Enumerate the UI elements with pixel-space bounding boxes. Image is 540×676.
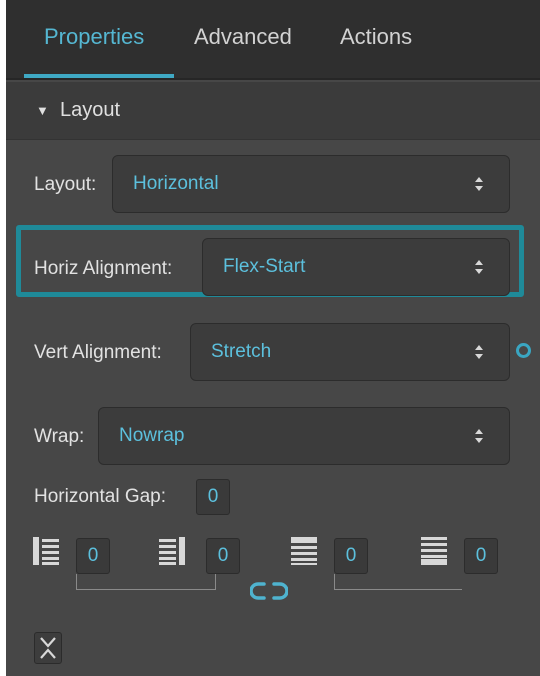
layout-label: Layout: — [34, 174, 97, 195]
wrap-label: Wrap: — [34, 426, 85, 447]
updown-chevron-icon — [475, 177, 483, 191]
horiz-alignment-value: Flex-Start — [223, 256, 306, 277]
updown-chevron-icon — [475, 260, 483, 274]
padding-top-icon — [291, 537, 317, 565]
horizontal-gap-label: Horizontal Gap: — [34, 486, 167, 507]
tab-actions[interactable]: Actions — [340, 24, 412, 50]
triangle-down-icon: ▼ — [36, 103, 49, 118]
tab-advanced[interactable]: Advanced — [194, 24, 292, 50]
binding-indicator-icon[interactable] — [516, 343, 531, 358]
vert-alignment-label: Vert Alignment: — [34, 342, 162, 363]
link-bracket-left — [76, 574, 216, 590]
horiz-alignment-select[interactable]: Flex-Start — [202, 238, 510, 296]
link-bracket-right — [334, 574, 462, 590]
collapse-arrows-icon — [40, 637, 56, 659]
vert-alignment-value: Stretch — [211, 341, 272, 362]
layout-select[interactable]: Horizontal — [112, 155, 510, 213]
properties-panel: Properties Advanced Actions ▼ Layout Lay… — [6, 0, 540, 676]
padding-bottom-icon — [421, 537, 447, 565]
active-tab-indicator — [24, 74, 174, 78]
wrap-select[interactable]: Nowrap — [98, 407, 510, 465]
layout-value: Horizontal — [133, 173, 219, 194]
padding-right-icon — [159, 537, 185, 565]
padding-left-input[interactable]: 0 — [76, 538, 110, 574]
section-title: Layout — [60, 99, 121, 121]
tab-bar: Properties Advanced Actions — [6, 0, 540, 80]
padding-right-input[interactable]: 0 — [206, 538, 240, 574]
tab-properties[interactable]: Properties — [44, 24, 144, 50]
horizontal-gap-input[interactable]: 0 — [196, 479, 230, 515]
updown-chevron-icon — [475, 429, 483, 443]
link-icon[interactable] — [250, 580, 288, 602]
padding-top-input[interactable]: 0 — [334, 538, 368, 574]
updown-chevron-icon — [475, 345, 483, 359]
collapse-button[interactable] — [34, 632, 62, 664]
padding-bottom-input[interactable]: 0 — [464, 538, 498, 574]
vert-alignment-select[interactable]: Stretch — [190, 323, 510, 381]
layout-section-header[interactable]: ▼ Layout — [6, 82, 540, 140]
horiz-alignment-label: Horiz Alignment: — [34, 258, 173, 279]
wrap-value: Nowrap — [119, 425, 185, 446]
padding-left-icon — [33, 537, 59, 565]
